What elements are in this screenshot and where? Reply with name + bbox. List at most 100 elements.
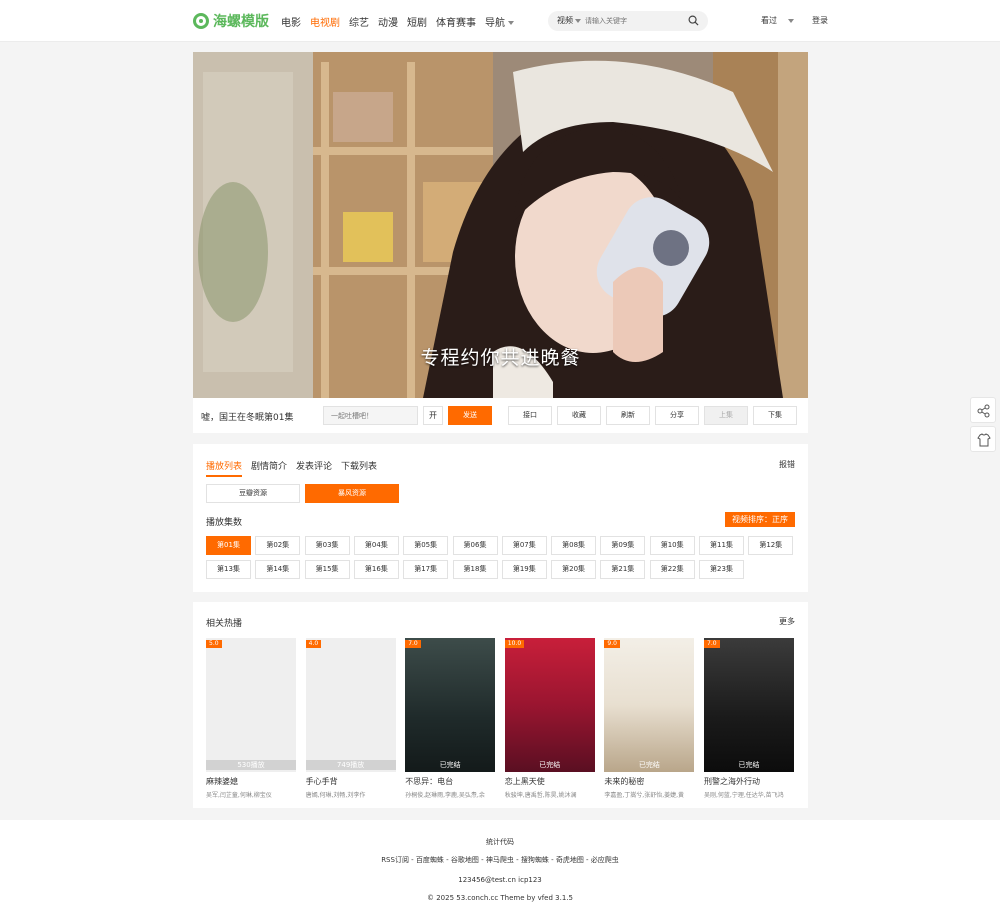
video-subtitle: 专程约你共进晚餐 <box>420 347 581 369</box>
poster-note: 749播放 <box>305 760 396 770</box>
poster-image[interactable]: 5.0 530播放 <box>206 638 296 772</box>
nav-guide[interactable]: 导航 <box>485 14 514 29</box>
poster-image[interactable]: 4.0 749播放 <box>305 638 396 772</box>
poster-image[interactable]: 9.0 已完结 <box>604 638 695 772</box>
related-title: 相关热播 <box>206 619 243 629</box>
episode-button[interactable]: 第16集 <box>353 560 399 579</box>
poster-image[interactable]: 10.0 已完结 <box>504 638 595 772</box>
score-badge: 9.0 <box>604 640 620 648</box>
prev-episode-button[interactable]: 上集 <box>704 406 748 425</box>
chevron-down-icon <box>788 18 794 23</box>
poster-note: 530播放 <box>206 760 296 770</box>
card-title[interactable]: 刑警之海外行动 <box>704 776 794 787</box>
episode-button[interactable]: 第02集 <box>255 536 301 555</box>
source-douban-button[interactable]: 豆瓣资源 <box>206 484 300 503</box>
card-title[interactable]: 麻辣婆媳 <box>206 776 296 787</box>
sort-order-button[interactable]: 视频排序：正序 <box>725 512 795 527</box>
poster-image[interactable]: 7.0 已完结 <box>704 638 794 772</box>
logo-icon <box>193 13 209 29</box>
history-button[interactable]: 看过 <box>761 15 803 26</box>
danmu-input[interactable]: 一起吐槽吧！ <box>323 406 418 425</box>
episode-button[interactable]: 第04集 <box>353 536 399 555</box>
score-badge: 4.0 <box>305 640 322 648</box>
episodes-heading: 播放集数 <box>206 518 243 528</box>
episode-button[interactable]: 第12集 <box>748 536 794 555</box>
episode-button[interactable]: 第06集 <box>452 536 498 555</box>
related-card[interactable]: 7.0 已完结刑警之海外行动吴刚,何蓝,宁理,任达华,苗飞鸿 <box>704 638 794 799</box>
episode-button[interactable]: 第17集 <box>403 560 449 579</box>
video-player[interactable]: 专程约你共进晚餐 <box>193 52 808 398</box>
site-logo[interactable]: 海螺模版 <box>193 11 269 31</box>
poster-note: 已完结 <box>738 761 760 769</box>
danmu-toggle-button[interactable]: 开 <box>423 406 443 425</box>
tab-synopsis[interactable]: 剧情简介 <box>251 459 287 477</box>
episode-button[interactable]: 第20集 <box>551 560 597 579</box>
episode-button[interactable]: 第14集 <box>255 560 301 579</box>
source-baofeng-button[interactable]: 暴风资源 <box>305 484 399 503</box>
float-share-button[interactable] <box>970 397 996 423</box>
related-card[interactable]: 4.0 749播放 手心手背 唐嫣,何琳,刘畅,刘李作 <box>305 638 396 799</box>
card-title[interactable]: 未来的秘密 <box>604 776 694 787</box>
favorite-button[interactable]: 收藏 <box>557 406 601 425</box>
card-cast: 吴刚,何蓝,宁理,任达华,苗飞鸿 <box>704 792 784 799</box>
detail-tabs: 播放列表 剧情简介 发表评论 下载列表 <box>206 459 386 477</box>
card-cast: 李嘉盈,丁嵩兮,张舒怡,姜婕,黄 <box>604 792 685 799</box>
nav-tv[interactable]: 电视剧 <box>310 14 340 29</box>
nav-movie[interactable]: 电影 <box>281 14 301 29</box>
report-error-link[interactable]: 报错 <box>779 459 795 470</box>
tab-comments[interactable]: 发表评论 <box>296 459 332 477</box>
search-icon[interactable] <box>688 15 699 26</box>
card-title[interactable]: 手心手背 <box>306 776 396 787</box>
search-box: 视频 <box>548 11 708 31</box>
episode-button[interactable]: 第10集 <box>649 536 695 555</box>
episode-title: 嘘，国王在冬眠第01集 <box>201 413 294 423</box>
episode-button[interactable]: 第05集 <box>403 536 449 555</box>
float-theme-button[interactable] <box>970 426 996 452</box>
episode-button[interactable]: 第22集 <box>649 560 695 579</box>
footer-links[interactable]: RSS订阅 - 百度蜘蛛 - 谷歌地图 - 神马爬虫 - 搜狗蜘蛛 - 奇虎地图… <box>0 855 1000 865</box>
episode-button[interactable]: 第19集 <box>501 560 547 579</box>
nav-sports[interactable]: 体育赛事 <box>436 14 476 29</box>
score-badge: 7.0 <box>704 640 720 648</box>
episode-button[interactable]: 第07集 <box>501 536 547 555</box>
login-button[interactable]: 登录 <box>812 15 828 26</box>
refresh-button[interactable]: 刷新 <box>606 406 650 425</box>
card-title[interactable]: 恋上黑天使 <box>505 776 595 787</box>
danmu-send-button[interactable]: 发送 <box>448 406 492 425</box>
poster-image[interactable]: 7.0 已完结 <box>405 638 496 772</box>
episode-button[interactable]: 第09集 <box>600 536 646 555</box>
nav-variety[interactable]: 综艺 <box>349 14 369 29</box>
episode-button[interactable]: 第13集 <box>206 560 251 579</box>
episode-button[interactable]: 第08集 <box>551 536 597 555</box>
episode-button[interactable]: 第03集 <box>304 536 350 555</box>
card-cast: 秋骏坤,唐禹哲,陈昊,姚沐澜 <box>504 792 577 799</box>
episodes-panel: 播放列表 剧情简介 发表评论 下载列表 报错 豆瓣资源 暴风资源 播放集数 视频… <box>193 444 808 592</box>
search-type-select[interactable]: 视频 <box>557 15 581 26</box>
related-card[interactable]: 9.0 已完结未来的秘密李嘉盈,丁嵩兮,张舒怡,姜婕,黄 <box>604 638 695 799</box>
history-label: 看过 <box>761 16 777 25</box>
episode-button[interactable]: 第23集 <box>699 560 744 579</box>
next-episode-button[interactable]: 下集 <box>753 406 797 425</box>
related-card[interactable]: 5.0 530播放 麻辣婆媳 吴军,闫芷童,何琳,柳宝仪 <box>206 638 296 799</box>
episode-button[interactable]: 第21集 <box>600 560 646 579</box>
nav-short-drama[interactable]: 短剧 <box>407 14 427 29</box>
episode-button[interactable]: 第15集 <box>304 560 350 579</box>
score-badge: 7.0 <box>405 640 421 648</box>
tab-playlist[interactable]: 播放列表 <box>206 459 243 477</box>
related-more-link[interactable]: 更多 <box>779 616 795 627</box>
episode-button[interactable]: 第01集 <box>206 536 251 555</box>
site-footer: 统计代码 RSS订阅 - 百度蜘蛛 - 谷歌地图 - 神马爬虫 - 搜狗蜘蛛 -… <box>0 820 1000 920</box>
nav-anime[interactable]: 动漫 <box>378 14 398 29</box>
episode-button[interactable]: 第11集 <box>699 536 744 555</box>
share-button[interactable]: 分享 <box>655 406 699 425</box>
share-icon <box>977 404 990 418</box>
source-api-button[interactable]: 接口 <box>508 406 552 425</box>
tab-downloads[interactable]: 下载列表 <box>341 459 377 477</box>
logo-text: 海螺模版 <box>213 14 269 30</box>
related-card[interactable]: 10.0 已完结恋上黑天使秋骏坤,唐禹哲,陈昊,姚沐澜 <box>504 638 595 799</box>
search-input[interactable] <box>585 14 685 28</box>
card-title[interactable]: 不思异：电台 <box>405 776 495 787</box>
episode-button[interactable]: 第18集 <box>452 560 498 579</box>
footer-copyright: © 2025 53.conch.cc Theme by vfed 3.1.5 <box>427 894 573 902</box>
related-card[interactable]: 7.0 已完结 不思异：电台 孙桐俊,赵琳雨,李鹿,吴弘焘,余 <box>405 638 496 799</box>
